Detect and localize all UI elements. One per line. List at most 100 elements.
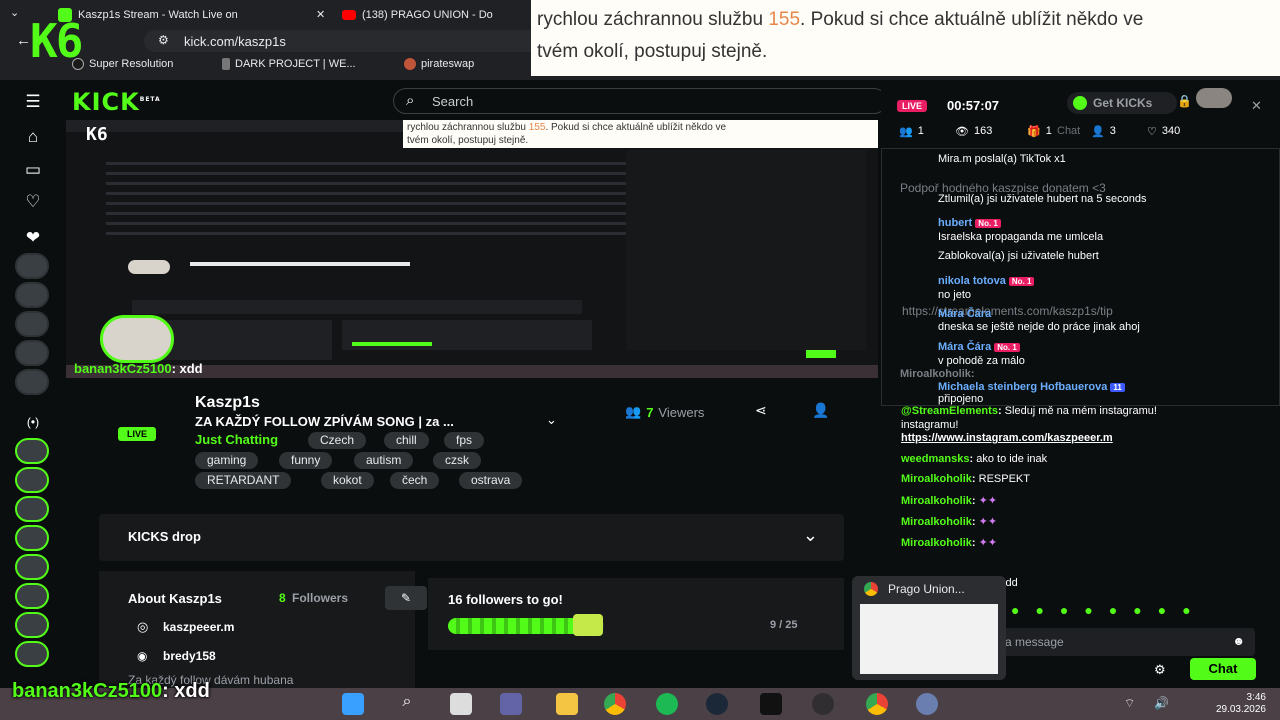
bookmark-dark-project[interactable]: DARK PROJECT | WE... bbox=[222, 58, 356, 70]
spotify-icon[interactable] bbox=[656, 693, 678, 715]
chrome-icon[interactable] bbox=[604, 693, 626, 715]
obs-icon[interactable] bbox=[812, 693, 834, 715]
app-icon[interactable] bbox=[916, 693, 938, 715]
instagram-link[interactable]: kaszpeeer.m bbox=[163, 620, 234, 634]
channel-avatar[interactable] bbox=[15, 369, 49, 395]
user-avatar[interactable] bbox=[1196, 88, 1232, 108]
close-icon[interactable]: ✕ bbox=[1251, 98, 1262, 114]
channel-avatar[interactable] bbox=[15, 311, 49, 337]
chat-link[interactable]: https://www.instagram.com/kaszpeeer.m bbox=[901, 432, 1113, 444]
chat-message: Michaela steinberg Hofbauerova 11 bbox=[938, 381, 1125, 393]
tag[interactable]: Czech bbox=[308, 432, 367, 449]
chat-message: Mira.m poslal(a) TikTok x1 bbox=[938, 153, 1066, 165]
tooltip-text: rychlou záchrannou službu bbox=[537, 9, 769, 30]
stat-views: 👁 163 bbox=[955, 125, 993, 138]
steam-icon[interactable] bbox=[706, 693, 728, 715]
chrome-profile-icon[interactable] bbox=[866, 693, 888, 715]
channel-avatar[interactable] bbox=[15, 583, 49, 609]
channel-avatar[interactable] bbox=[15, 612, 49, 638]
tag[interactable]: funny bbox=[279, 452, 333, 469]
taskbar-preview[interactable]: Prago Union... bbox=[852, 576, 1006, 680]
share-icon[interactable]: ⋖ bbox=[755, 402, 767, 419]
channel-avatar[interactable] bbox=[15, 525, 49, 551]
tag[interactable]: gaming bbox=[195, 452, 259, 469]
bookmark-label: DARK PROJECT | WE... bbox=[235, 58, 356, 70]
emote-bar[interactable]: ●●●●●●●● bbox=[1011, 602, 1207, 618]
emoji-icon[interactable]: ☻ bbox=[1232, 634, 1245, 648]
back-icon[interactable]: ← bbox=[16, 32, 31, 49]
lock-icon: 🔒 bbox=[1177, 94, 1192, 108]
channel-avatar[interactable] bbox=[15, 467, 49, 493]
streamer-avatar[interactable] bbox=[100, 315, 174, 363]
bookmark-pirateswap[interactable]: pirateswap bbox=[404, 58, 474, 70]
stream-category[interactable]: Just Chatting bbox=[195, 432, 278, 447]
stream-title: ZA KAŽDÝ FOLLOW ZPÍVÁM SONG | za ... bbox=[195, 414, 454, 429]
chat-settings-icon[interactable]: ⚙ bbox=[1154, 662, 1166, 678]
streamer-name[interactable]: Kaszp1s bbox=[195, 394, 260, 412]
chat-send-button[interactable]: Chat bbox=[1190, 658, 1256, 680]
address-bar[interactable]: ⚙ kick.com/kaszp1s bbox=[144, 30, 544, 52]
chevron-down-icon[interactable]: ⌄ bbox=[803, 525, 818, 546]
kicks-drop-label: KICKS drop bbox=[128, 529, 201, 544]
task-view-icon[interactable] bbox=[450, 693, 472, 715]
emote-icon: ✦✦ bbox=[978, 537, 998, 549]
follow-user-icon[interactable]: 👤 bbox=[812, 402, 829, 419]
menu-icon[interactable]: ☰ bbox=[20, 92, 46, 114]
chat-message: no jeto bbox=[938, 289, 972, 301]
pirateswap-icon bbox=[404, 58, 416, 70]
volume-icon[interactable]: 🔊 bbox=[1154, 696, 1169, 710]
site-info-icon[interactable]: ⚙ bbox=[158, 33, 169, 47]
stat-subs: 👤 3 bbox=[1091, 125, 1116, 138]
instagram-icon: ◎ bbox=[137, 619, 149, 634]
channel-avatar[interactable] bbox=[15, 282, 49, 308]
tab-prago-union[interactable]: (138) PRAGO UNION - Do bbox=[342, 4, 532, 26]
tag[interactable]: ostrava bbox=[459, 472, 523, 489]
stream-video-player[interactable]: K6 bbox=[66, 120, 878, 378]
channel-avatar[interactable] bbox=[15, 641, 49, 667]
clock-time: 3:46 bbox=[1246, 692, 1266, 703]
kicks-drop-panel[interactable]: KICKS drop ⌄ bbox=[99, 514, 844, 561]
tab-list-button[interactable]: ⌄ bbox=[10, 6, 19, 19]
chat-message: Miroalkoholik: ✦✦ bbox=[901, 537, 998, 549]
search-icon[interactable]: ⌕ bbox=[396, 693, 418, 715]
discord-link[interactable]: bredy158 bbox=[163, 649, 216, 663]
channel-avatar[interactable] bbox=[15, 340, 49, 366]
tiktok-icon[interactable] bbox=[760, 693, 782, 715]
title-expand-chevron-icon[interactable]: ⌄ bbox=[546, 412, 557, 428]
people-icon: 👥 bbox=[899, 126, 913, 138]
tab-kick-stream[interactable]: Kaszp1s Stream - Watch Live on bbox=[58, 4, 308, 26]
tag[interactable]: fps bbox=[444, 432, 485, 449]
wifi-icon[interactable]: ⌔ bbox=[1124, 696, 1135, 711]
tag[interactable]: chill bbox=[384, 432, 429, 449]
browse-icon[interactable]: ▭ bbox=[20, 160, 46, 182]
tab-close-icon[interactable]: ✕ bbox=[316, 8, 325, 21]
kick-logo[interactable]: KICKBETA bbox=[72, 88, 161, 116]
edit-icon[interactable]: ✎ bbox=[385, 586, 427, 610]
channel-avatar[interactable] bbox=[15, 554, 49, 580]
chat-message: Miroalkoholik: ✦✦ bbox=[901, 516, 998, 528]
bookmark-super-resolution[interactable]: Super Resolution bbox=[72, 58, 173, 70]
channel-avatar[interactable] bbox=[15, 253, 49, 279]
goal-progress-fill bbox=[448, 618, 589, 634]
system-clock[interactable]: 3:46 29.03.2026 bbox=[1216, 692, 1266, 716]
get-kicks-button[interactable]: Get KICKs bbox=[1067, 92, 1177, 114]
search-input[interactable]: ⌕ Search bbox=[393, 88, 887, 114]
teams-icon[interactable] bbox=[500, 693, 522, 715]
explorer-icon[interactable] bbox=[556, 693, 578, 715]
chat-message: Mára Čára No. 1 bbox=[938, 341, 1020, 353]
goal-progress-text: 9 / 25 bbox=[770, 619, 798, 631]
home-icon[interactable]: ⌂ bbox=[20, 127, 46, 149]
tag[interactable]: autism bbox=[354, 452, 414, 469]
following-icon[interactable]: ♡ bbox=[20, 192, 46, 214]
chat-input[interactable]: a message ☻ bbox=[991, 628, 1255, 656]
channel-avatar[interactable] bbox=[15, 496, 49, 522]
tag[interactable]: czsk bbox=[433, 452, 481, 469]
channel-avatar[interactable] bbox=[15, 438, 49, 464]
tag[interactable]: čech bbox=[390, 472, 440, 489]
heart-icon[interactable]: ❤ bbox=[20, 228, 46, 250]
overlay-username: banan3kCz5100 bbox=[12, 680, 163, 702]
start-icon[interactable] bbox=[342, 693, 364, 715]
tag[interactable]: RETARDANT bbox=[195, 472, 292, 489]
tag[interactable]: kokot bbox=[321, 472, 374, 489]
chrome-icon bbox=[864, 582, 878, 596]
